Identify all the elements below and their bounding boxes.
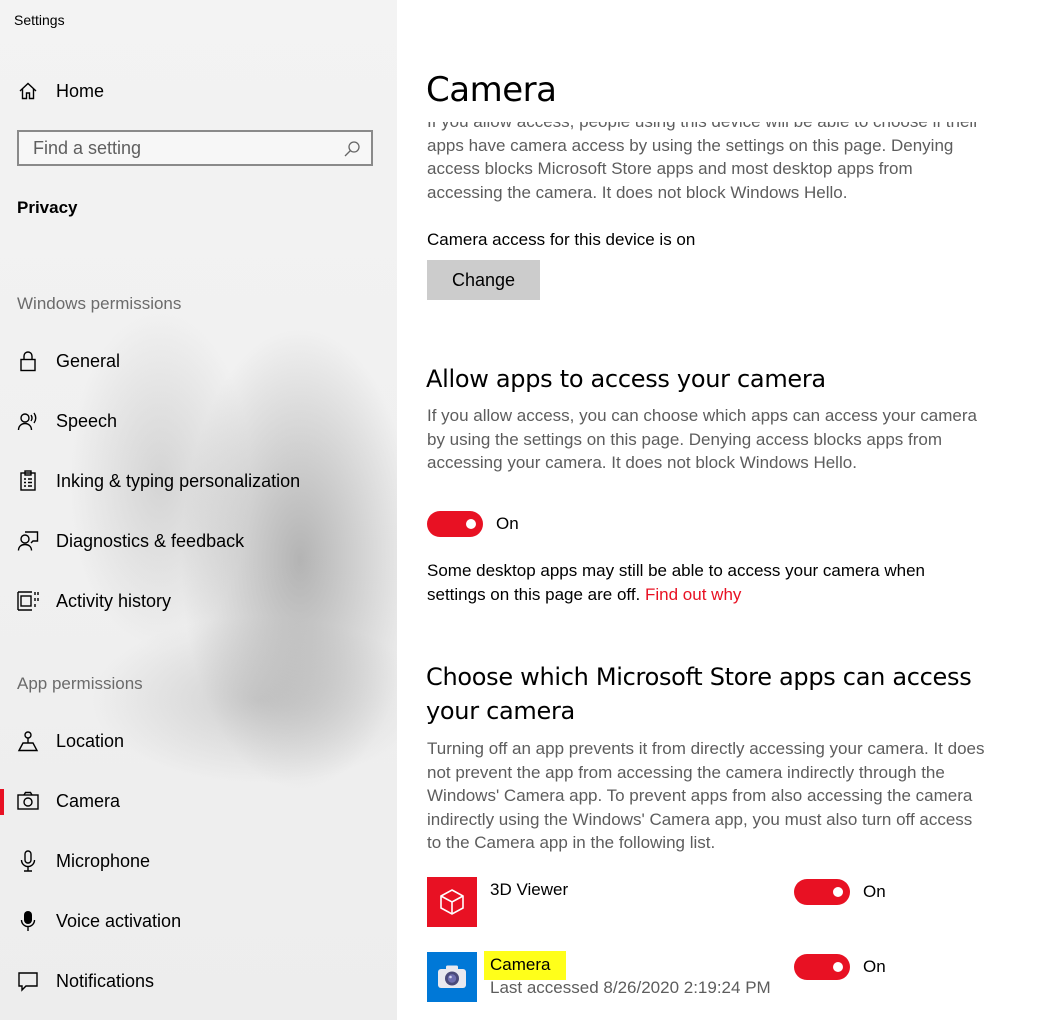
intro-text-container: If you allow access, people using this d… xyxy=(427,122,987,202)
category-heading: Privacy xyxy=(17,198,78,217)
intro-text: If you allow access, people using this d… xyxy=(427,122,979,202)
search-input[interactable] xyxy=(19,132,357,164)
sidebar-item-label: Speech xyxy=(56,410,118,431)
sidebar-item-label: Location xyxy=(56,730,125,751)
change-button[interactable]: Change xyxy=(427,260,540,300)
app-last-accessed: Last accessed 8/26/2020 2:19:24 PM xyxy=(490,978,771,997)
sidebar-item-diagnostics[interactable]: Diagnostics & feedback xyxy=(0,521,397,561)
allow-apps-description: If you allow access, you can choose whic… xyxy=(427,406,977,472)
sidebar-item-label: Microphone xyxy=(56,850,151,871)
window-title: Settings xyxy=(14,12,65,28)
sidebar-item-label: Inking & typing personalization xyxy=(56,470,301,491)
voice-activation-icon xyxy=(17,910,39,932)
notifications-icon xyxy=(17,970,39,992)
sidebar-item-notifications[interactable]: Notifications xyxy=(0,961,397,1001)
sidebar-item-camera[interactable]: Camera xyxy=(0,781,397,821)
store-apps-heading-line2: your camera xyxy=(426,697,575,725)
activity-history-icon xyxy=(17,590,39,612)
toggle-knob xyxy=(466,519,476,529)
location-icon xyxy=(17,730,39,752)
search-icon[interactable] xyxy=(343,140,361,158)
device-access-status: Camera access for this device is on xyxy=(427,230,696,249)
sidebar-item-inking-typing[interactable]: Inking & typing personalization xyxy=(0,461,397,501)
sidebar-item-label: Diagnostics & feedback xyxy=(56,530,245,551)
sidebar-item-label: Home xyxy=(56,80,105,101)
store-apps-heading-line1: Choose which Microsoft Store apps can ac… xyxy=(426,663,972,691)
search-box[interactable] xyxy=(17,130,373,166)
camera-icon xyxy=(17,790,39,812)
store-apps-heading: Choose which Microsoft Store apps can ac… xyxy=(426,660,972,728)
main-content: Camera If you allow access, people using… xyxy=(397,0,1055,1020)
app-toggle-state: On xyxy=(863,882,886,901)
sidebar-item-label: General xyxy=(56,350,121,371)
diagnostics-icon xyxy=(17,530,39,552)
sidebar-item-microphone[interactable]: Microphone xyxy=(0,841,397,881)
sidebar-item-label: Voice activation xyxy=(56,910,182,931)
sidebar-item-general[interactable]: General xyxy=(0,341,397,381)
speech-icon xyxy=(17,410,39,432)
windows-permissions-header: Windows permissions xyxy=(17,294,182,313)
allow-apps-heading: Allow apps to access your camera xyxy=(426,365,826,393)
app-permissions-header: App permissions xyxy=(17,674,143,693)
camera-app-name-highlighted: Camera xyxy=(484,951,567,980)
sidebar: Settings Home Privacy Windows permission… xyxy=(0,0,397,1020)
allow-apps-toggle[interactable] xyxy=(427,511,483,537)
sidebar-item-label: Camera xyxy=(56,790,121,811)
microphone-icon xyxy=(17,850,39,872)
sidebar-item-label: Activity history xyxy=(56,590,172,611)
sidebar-item-location[interactable]: Location xyxy=(0,721,397,761)
page-title: Camera xyxy=(426,70,557,110)
toggle-knob xyxy=(833,962,843,972)
3d-viewer-icon xyxy=(427,877,477,927)
camera-app-toggle[interactable] xyxy=(794,954,850,980)
clipboard-icon xyxy=(17,470,39,492)
sidebar-item-voice-activation[interactable]: Voice activation xyxy=(0,901,397,941)
sidebar-item-home[interactable]: Home xyxy=(0,71,397,111)
store-apps-description: Turning off an app prevents it from dire… xyxy=(427,739,985,852)
camera-app-icon xyxy=(427,952,477,1002)
3d-viewer-toggle[interactable] xyxy=(794,879,850,905)
app-name: Camera xyxy=(484,951,567,980)
sidebar-item-label: Notifications xyxy=(56,970,155,991)
app-name: 3D Viewer xyxy=(490,880,569,899)
desktop-apps-note: Some desktop apps may still be able to a… xyxy=(427,559,967,606)
toggle-knob xyxy=(833,887,843,897)
lock-icon xyxy=(17,350,39,372)
sidebar-item-speech[interactable]: Speech xyxy=(0,401,397,441)
app-toggle-state: On xyxy=(863,957,886,976)
find-out-why-link[interactable]: Find out why xyxy=(645,585,741,604)
sidebar-item-activity-history[interactable]: Activity history xyxy=(0,581,397,621)
home-icon xyxy=(17,80,39,102)
allow-apps-toggle-state: On xyxy=(496,514,519,533)
